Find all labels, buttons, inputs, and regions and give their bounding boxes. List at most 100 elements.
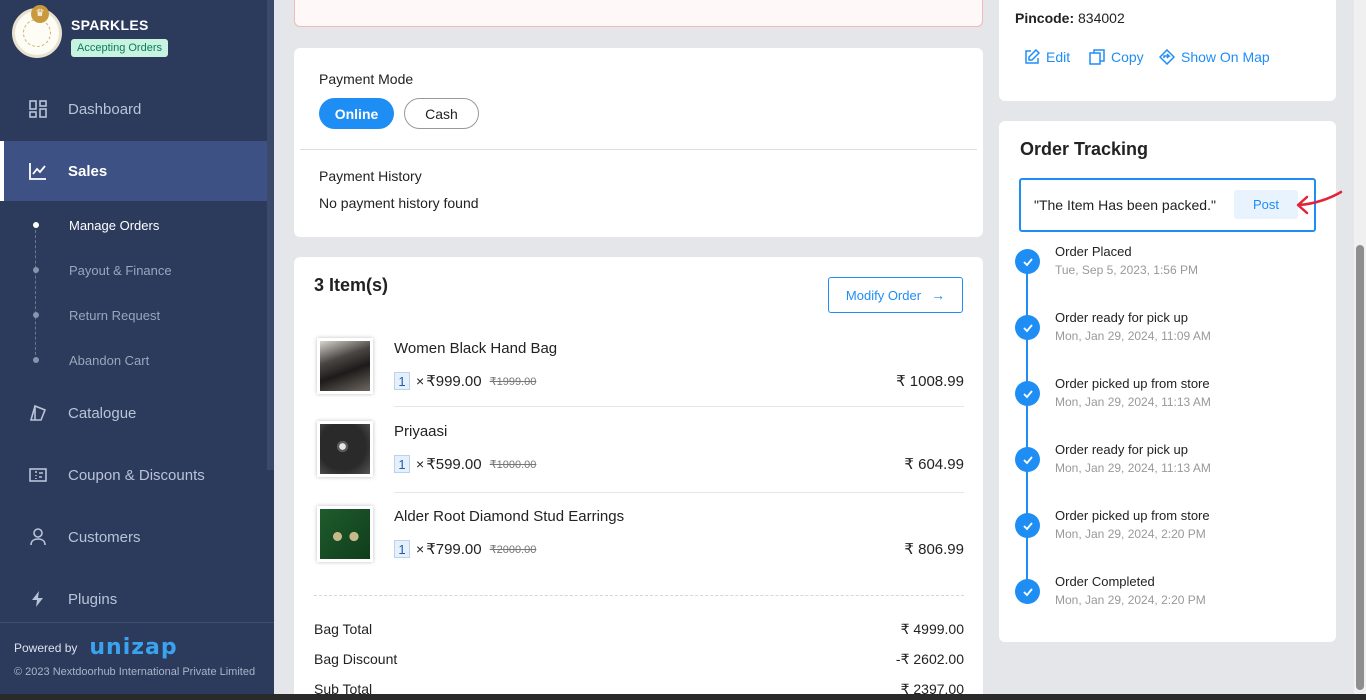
qty-badge: 1 — [394, 540, 410, 558]
items-card: 3 Item(s) Modify Order → Women Black Han… — [294, 257, 983, 700]
line-total: ₹ 1008.99 — [896, 373, 964, 390]
timeline-step: Order ready for pick up Mon, Jan 29, 202… — [1015, 442, 1315, 482]
timeline-step: Order ready for pick up Mon, Jan 29, 202… — [1015, 310, 1315, 350]
step-time: Mon, Jan 29, 2024, 11:09 AM — [1055, 329, 1211, 343]
order-tracking-card: Order Tracking "The Item Has been packed… — [999, 121, 1336, 642]
nav-customers-label: Customers — [68, 528, 141, 546]
nav-customers[interactable]: Customers — [0, 507, 268, 567]
nav-sales[interactable]: Sales — [0, 141, 268, 201]
post-button[interactable]: Post — [1234, 190, 1298, 219]
mrp-price: ₹1000.00 — [489, 458, 537, 471]
step-status: Order Placed — [1055, 244, 1132, 259]
store-avatar[interactable]: ♛ — [12, 5, 62, 58]
step-time: Mon, Jan 29, 2024, 11:13 AM — [1055, 461, 1211, 475]
annotation-arrow-icon — [1296, 190, 1343, 215]
scrollbar-thumb[interactable] — [1356, 245, 1364, 690]
check-icon — [1015, 579, 1040, 604]
edit-address-button[interactable]: Edit — [1024, 49, 1070, 65]
map-label: Show On Map — [1181, 49, 1270, 65]
line-total: ₹ 604.99 — [904, 456, 964, 473]
show-on-map-button[interactable]: Show On Map — [1159, 49, 1270, 65]
nav-coupons[interactable]: Coupon & Discounts — [0, 445, 268, 505]
product-name: Women Black Hand Bag — [394, 340, 558, 357]
user-icon — [28, 527, 48, 547]
store-brand: ♛ SPARKLES Accepting Orders — [12, 5, 168, 58]
nav-dashboard-label: Dashboard — [68, 100, 142, 118]
nav-coupons-label: Coupon & Discounts — [68, 466, 205, 484]
status-badge: Accepting Orders — [71, 39, 168, 57]
window-bottom-edge — [0, 694, 1366, 700]
map-diamond-icon — [1159, 49, 1175, 65]
divider — [314, 595, 964, 596]
product-qty-row: 1 × ₹599.00 ₹1000.00 — [394, 455, 536, 473]
submenu-dot — [33, 222, 39, 228]
product-image — [317, 506, 373, 562]
mrp-price: ₹1999.00 — [489, 375, 537, 388]
tracking-note-input[interactable]: "The Item Has been packed." Post — [1019, 178, 1316, 232]
page-scrollbar[interactable] — [1354, 0, 1366, 700]
order-item[interactable]: Women Black Hand Bag 1 × ₹999.00 ₹1999.0… — [314, 338, 964, 424]
nav-catalogue[interactable]: Catalogue — [0, 383, 268, 443]
line-total: ₹ 806.99 — [904, 541, 964, 558]
divider — [394, 492, 964, 493]
timeline-step: Order picked up from store Mon, Jan 29, … — [1015, 508, 1315, 548]
qty-badge: 1 — [394, 372, 410, 390]
times-sign: × — [416, 456, 425, 472]
check-icon — [1015, 447, 1040, 472]
check-icon — [1015, 315, 1040, 340]
submenu-line — [35, 230, 36, 360]
step-status: Order picked up from store — [1055, 508, 1210, 523]
sub-abandon-cart[interactable]: Abandon Cart — [69, 353, 149, 368]
modify-order-button[interactable]: Modify Order → — [828, 277, 963, 313]
unizap-logo: unizap — [89, 635, 178, 660]
timeline-step: Order picked up from store Mon, Jan 29, … — [1015, 376, 1315, 416]
copy-label: Copy — [1111, 49, 1144, 65]
step-time: Mon, Jan 29, 2024, 11:13 AM — [1055, 395, 1211, 409]
times-sign: × — [416, 541, 425, 557]
sidebar-scrollbar[interactable] — [267, 0, 274, 470]
payment-history-title: Payment History — [319, 168, 422, 184]
dashboard-icon — [28, 99, 48, 119]
tracking-note-value: "The Item Has been packed." — [1034, 197, 1216, 213]
sub-payout-finance[interactable]: Payout & Finance — [69, 263, 172, 278]
pincode-line: Pincode: 834002 — [1015, 10, 1125, 26]
times-sign: × — [416, 373, 425, 389]
unit-price: ₹599.00 — [426, 456, 482, 473]
product-qty-row: 1 × ₹999.00 ₹1999.00 — [394, 372, 536, 390]
sub-manage-orders[interactable]: Manage Orders — [69, 218, 159, 233]
edit-label: Edit — [1046, 49, 1071, 65]
address-card: Pincode: 834002 Edit Copy Show On Map — [999, 0, 1336, 101]
copy-address-button[interactable]: Copy — [1089, 49, 1144, 65]
order-item[interactable]: Priyaasi 1 × ₹599.00 ₹1000.00 ₹ 604.99 — [314, 421, 964, 507]
divider — [394, 406, 964, 407]
summary-label: Bag Total — [314, 621, 373, 637]
summary-row: Bag Total ₹ 4999.00 — [314, 621, 964, 638]
nav-dashboard[interactable]: Dashboard — [0, 79, 268, 139]
edit-icon — [1024, 49, 1040, 65]
copy-icon — [1089, 49, 1105, 65]
sub-return-request[interactable]: Return Request — [69, 308, 160, 323]
order-item[interactable]: Alder Root Diamond Stud Earrings 1 × ₹79… — [314, 506, 964, 592]
payment-mode-title: Payment Mode — [319, 71, 414, 87]
store-logo — [23, 19, 51, 47]
cash-button[interactable]: Cash — [404, 98, 479, 129]
nav-plugins-label: Plugins — [68, 590, 118, 608]
step-time: Mon, Jan 29, 2024, 2:20 PM — [1055, 527, 1206, 541]
timeline-step: Order Placed Tue, Sep 5, 2023, 1:56 PM — [1015, 244, 1315, 284]
step-time: Mon, Jan 29, 2024, 2:20 PM — [1055, 593, 1206, 607]
unit-price: ₹799.00 — [426, 541, 482, 558]
step-time: Tue, Sep 5, 2023, 1:56 PM — [1055, 263, 1198, 277]
step-status: Order Completed — [1055, 574, 1155, 589]
unit-price: ₹999.00 — [426, 373, 482, 390]
check-icon — [1015, 249, 1040, 274]
product-image — [317, 338, 373, 394]
summary-row: Bag Discount -₹ 2602.00 — [314, 651, 964, 668]
summary-value: -₹ 2602.00 — [895, 651, 964, 667]
submenu-dot — [33, 357, 39, 363]
check-icon — [1015, 513, 1040, 538]
items-count-title: 3 Item(s) — [314, 275, 389, 295]
copyright-text: © 2023 Nextdoorhub International Private… — [14, 666, 256, 678]
online-button[interactable]: Online — [319, 98, 394, 129]
pincode-label: Pincode: — [1015, 10, 1075, 26]
nav-plugins[interactable]: Plugins — [0, 569, 268, 629]
